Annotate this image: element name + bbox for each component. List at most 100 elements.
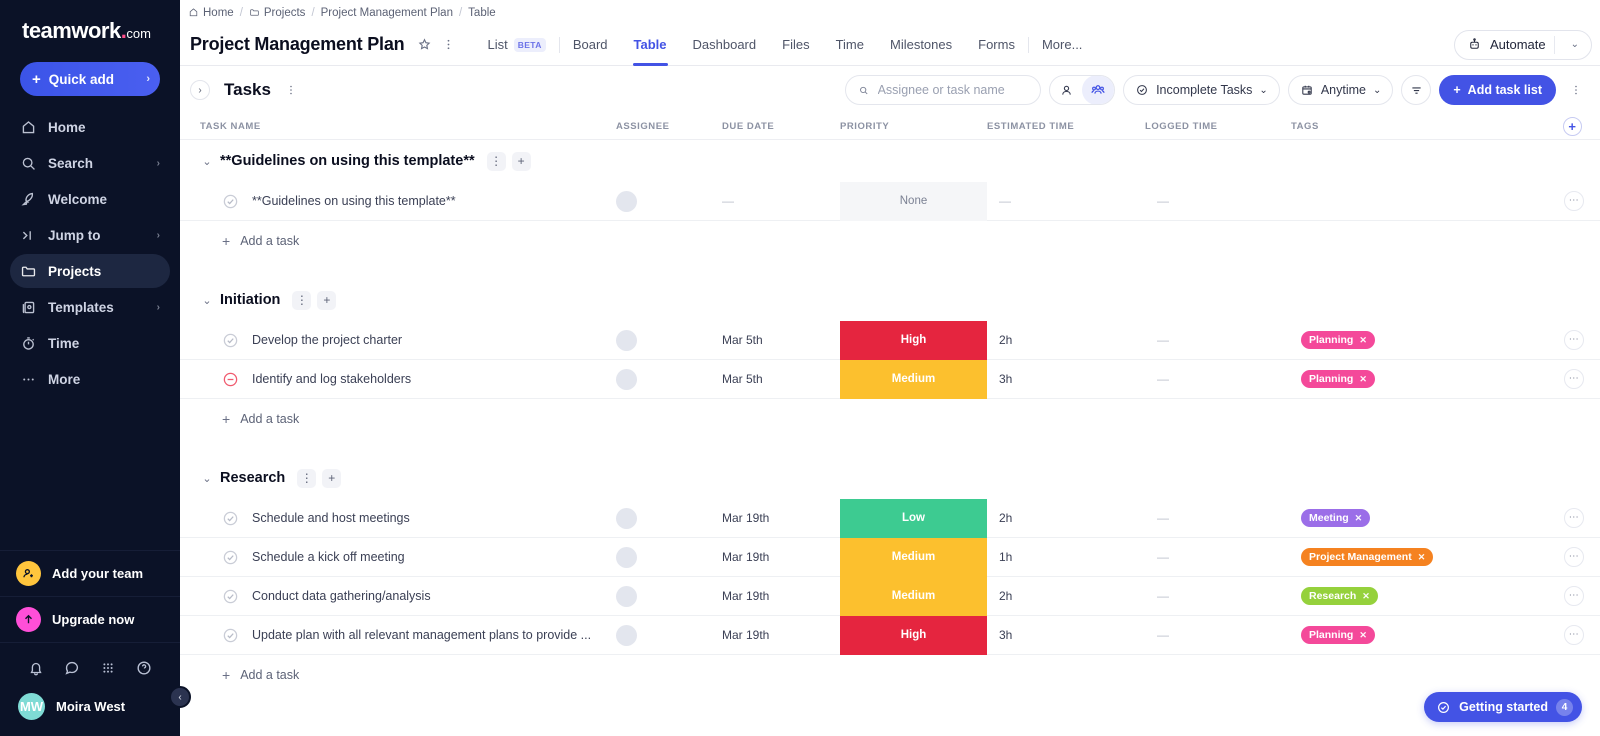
group-add-icon[interactable]: +	[511, 151, 531, 171]
priority-badge[interactable]: Medium	[840, 359, 987, 399]
tab-dashboard[interactable]: Dashboard	[680, 24, 770, 66]
task-name-cell[interactable]: Develop the project charter	[222, 332, 616, 349]
date-range-filter[interactable]: Anytime ⌄	[1287, 75, 1394, 105]
chat-icon[interactable]	[63, 659, 81, 677]
group-add-icon[interactable]: +	[322, 468, 342, 488]
group-more-icon[interactable]: ⋮	[486, 151, 506, 171]
tag-chip[interactable]: Planning ✕	[1301, 370, 1375, 388]
column-header-estimated-time[interactable]: ESTIMATED TIME	[987, 121, 1145, 132]
column-header-priority[interactable]: PRIORITY	[840, 121, 987, 132]
tag-chip[interactable]: Planning ✕	[1301, 626, 1375, 644]
expand-tasks-button[interactable]: ›	[190, 80, 210, 100]
assignee-cell[interactable]	[616, 507, 722, 529]
assignee-cell[interactable]	[616, 329, 722, 351]
estimated-time-cell[interactable]: 2h	[987, 589, 1145, 603]
quick-add-button[interactable]: + Quick add ›	[20, 62, 160, 96]
task-name-cell[interactable]: Schedule a kick off meeting	[222, 549, 616, 566]
tags-cell[interactable]: Planning ✕	[1291, 370, 1600, 388]
due-date-cell[interactable]: Mar 19th	[722, 511, 840, 525]
sidebar-item-welcome[interactable]: Welcome	[10, 182, 170, 216]
tags-cell[interactable]: Planning ✕	[1291, 626, 1600, 644]
priority-cell[interactable]: High	[840, 320, 987, 360]
priority-badge[interactable]: Medium	[840, 576, 987, 616]
estimated-time-cell[interactable]: 1h	[987, 550, 1145, 564]
task-name-cell[interactable]: Schedule and host meetings	[222, 510, 616, 527]
automate-button[interactable]: Automate ⌄	[1453, 29, 1592, 60]
column-header-task-name[interactable]: TASK NAME	[200, 121, 616, 132]
remove-tag-icon[interactable]: ✕	[1418, 552, 1426, 563]
estimated-time-cell[interactable]: 3h	[987, 372, 1145, 386]
estimated-time-cell[interactable]: 2h	[987, 511, 1145, 525]
assignee-cell[interactable]	[616, 368, 722, 390]
remove-tag-icon[interactable]: ✕	[1359, 335, 1367, 346]
logged-time-cell[interactable]: —	[1145, 511, 1291, 525]
tab-board[interactable]: Board	[560, 24, 621, 66]
task-status-open-icon[interactable]	[222, 332, 239, 349]
remove-tag-icon[interactable]: ✕	[1359, 374, 1367, 385]
add-a-task-button[interactable]: + Add a task	[180, 399, 1600, 439]
upgrade-now-button[interactable]: Upgrade now	[0, 596, 180, 642]
single-person-icon[interactable]	[1050, 76, 1082, 104]
priority-cell[interactable]: High	[840, 615, 987, 655]
priority-cell[interactable]: Low	[840, 498, 987, 538]
priority-cell[interactable]: None	[840, 181, 987, 221]
tab-list[interactable]: List BETA	[474, 24, 558, 66]
row-more-icon[interactable]: ⋯	[1564, 625, 1584, 645]
due-date-cell[interactable]: Mar 19th	[722, 550, 840, 564]
sidebar-item-time[interactable]: Time	[10, 326, 170, 360]
filter-icon[interactable]	[1401, 75, 1432, 105]
priority-cell[interactable]: Medium	[840, 576, 987, 616]
assignee-cell[interactable]	[616, 546, 722, 568]
teamwork-logo[interactable]: teamwork. com	[0, 0, 180, 54]
group-more-icon[interactable]: ⋮	[292, 290, 312, 310]
table-row[interactable]: Schedule a kick off meeting Mar 19th Mediu…	[180, 537, 1600, 577]
collapse-group-icon[interactable]: ⌄	[200, 294, 214, 307]
sidebar-item-jump-to[interactable]: Jump to ›	[10, 218, 170, 252]
search-box[interactable]	[845, 75, 1042, 105]
tab-milestones[interactable]: Milestones	[877, 24, 965, 66]
breadcrumb-item-projects[interactable]: Projects	[249, 7, 305, 19]
due-date-cell[interactable]: Mar 5th	[722, 372, 840, 386]
column-header-tags[interactable]: TAGS	[1291, 121, 1600, 132]
help-icon[interactable]	[135, 659, 153, 677]
task-name-cell[interactable]: Conduct data gathering/analysis	[222, 588, 616, 605]
breadcrumb-item-home[interactable]: Home	[188, 7, 234, 19]
logged-time-cell[interactable]: —	[1145, 333, 1291, 347]
tasks-more-icon[interactable]	[279, 78, 303, 102]
table-row[interactable]: Update plan with all relevant management…	[180, 615, 1600, 655]
group-add-icon[interactable]: +	[317, 290, 337, 310]
group-more-icon[interactable]: ⋮	[297, 468, 317, 488]
bell-icon[interactable]	[27, 659, 45, 677]
assignee-cell[interactable]	[616, 585, 722, 607]
collapse-group-icon[interactable]: ⌄	[200, 472, 214, 485]
sidebar-item-search[interactable]: Search ›	[10, 146, 170, 180]
user-profile-row[interactable]: MW Moira West	[0, 687, 180, 736]
tags-cell[interactable]: Research ✕	[1291, 587, 1600, 605]
table-row[interactable]: Identify and log stakeholders Mar 5th Medi…	[180, 359, 1600, 399]
task-status-open-icon[interactable]	[222, 510, 239, 527]
due-date-cell[interactable]: —	[722, 194, 840, 208]
task-name-cell[interactable]: **Guidelines on using this template**	[222, 193, 616, 210]
incomplete-tasks-filter[interactable]: Incomplete Tasks ⌄	[1123, 75, 1280, 105]
priority-badge[interactable]: Medium	[840, 537, 987, 577]
assignee-cell[interactable]	[616, 624, 722, 646]
column-header-logged-time[interactable]: LOGGED TIME	[1145, 121, 1291, 132]
tab-more[interactable]: More...	[1029, 24, 1095, 66]
task-status-open-icon[interactable]	[222, 627, 239, 644]
priority-cell[interactable]: Medium	[840, 359, 987, 399]
tab-forms[interactable]: Forms	[965, 24, 1028, 66]
table-row[interactable]: Schedule and host meetings Mar 19th Low 2h —…	[180, 498, 1600, 538]
remove-tag-icon[interactable]: ✕	[1359, 630, 1367, 641]
estimated-time-cell[interactable]: 2h	[987, 333, 1145, 347]
column-header-assignee[interactable]: ASSIGNEE	[616, 121, 722, 132]
sidebar-item-templates[interactable]: Templates ›	[10, 290, 170, 324]
people-group-icon[interactable]	[1082, 76, 1115, 104]
remove-tag-icon[interactable]: ✕	[1355, 513, 1363, 524]
priority-badge[interactable]: High	[840, 615, 987, 655]
collapse-group-icon[interactable]: ⌄	[200, 155, 214, 168]
assignee-cell[interactable]	[616, 190, 722, 212]
tag-chip[interactable]: Project Management ✕	[1301, 548, 1434, 566]
logged-time-cell[interactable]: —	[1145, 550, 1291, 564]
breadcrumb-item-table[interactable]: Table	[468, 7, 496, 19]
due-date-cell[interactable]: Mar 5th	[722, 333, 840, 347]
